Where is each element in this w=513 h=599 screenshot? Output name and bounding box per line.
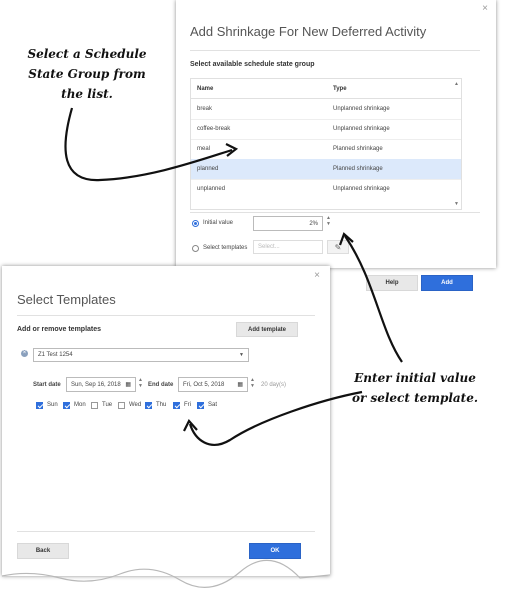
arrow-to-initial-value: [344, 235, 403, 363]
torn-edge-dialog1: [176, 254, 496, 283]
annotation-arrows: [1, 107, 496, 588]
annotation-line: or select template.: [351, 391, 479, 405]
arrow-to-table: [64, 107, 233, 182]
annotation-line: Enter initial value: [354, 371, 476, 385]
torn-edge-dialog2: [1, 559, 331, 588]
arrow-to-days: [188, 390, 363, 446]
annotation-enter-value: Enter initial value or select template.: [340, 368, 490, 408]
